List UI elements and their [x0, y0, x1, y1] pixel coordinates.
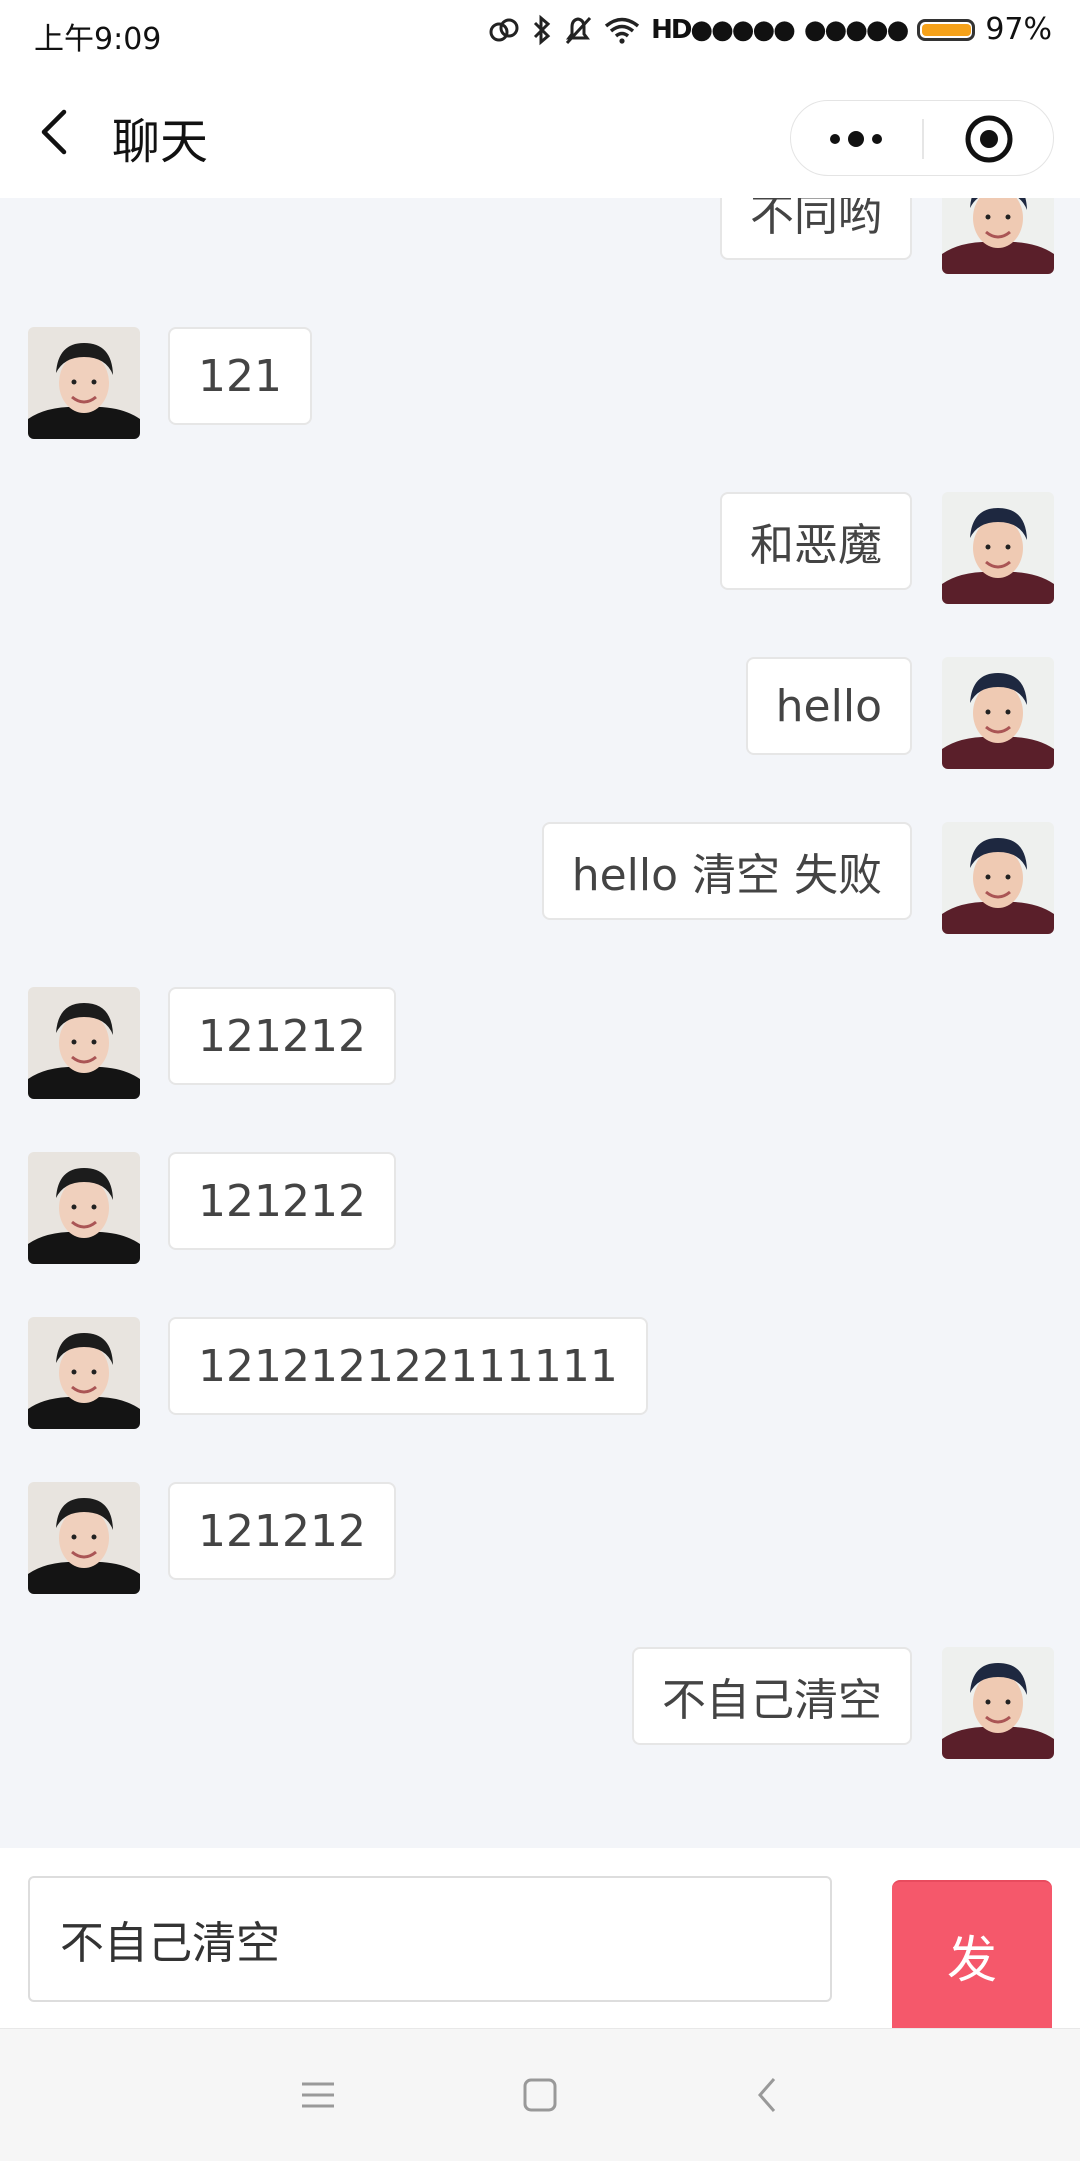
message-row: 121212: [0, 1482, 1080, 1594]
message-bubble[interactable]: 121: [168, 327, 312, 425]
avatar-self[interactable]: [942, 198, 1054, 274]
status-bar: 上午9:09 HD●●●●● ●●●●● 97%: [0, 0, 1080, 66]
avatar-self[interactable]: [942, 1647, 1054, 1759]
wifi-icon: [604, 17, 640, 44]
menu-icon[interactable]: [292, 2069, 344, 2121]
message-bubble[interactable]: 121212: [168, 1152, 396, 1250]
message-row: 和恶魔: [0, 492, 1080, 604]
avatar-other[interactable]: [28, 1482, 140, 1594]
signal-strength-1: HD●●●●●: [651, 14, 796, 45]
message-bubble[interactable]: hello 清空 失败: [541, 822, 912, 920]
battery-icon: [917, 18, 976, 41]
message-row: hello 清空 失败: [0, 822, 1080, 934]
message-bubble[interactable]: 不自己清空: [632, 1647, 912, 1745]
back-arrow-icon[interactable]: [30, 102, 90, 162]
message-row: hello: [0, 657, 1080, 769]
mini-program-capsule: [790, 100, 1054, 176]
status-time: 上午9:09: [34, 22, 162, 57]
input-bar: 不自己清空 发: [0, 1848, 1080, 2030]
mute-icon: [565, 16, 592, 44]
message-row: 121: [0, 327, 1080, 439]
message-bubble[interactable]: hello: [745, 657, 912, 755]
message-bubble[interactable]: 121212: [168, 1482, 396, 1580]
message-input[interactable]: 不自己清空: [28, 1876, 832, 2002]
link-icon: [489, 18, 519, 41]
battery-percent: 97%: [985, 12, 1052, 47]
message-bubble[interactable]: 不同哟: [720, 198, 912, 260]
avatar-other[interactable]: [28, 1317, 140, 1429]
signal-strength-2: ●●●●●: [803, 14, 909, 45]
bluetooth-icon: [534, 14, 551, 45]
avatar-self[interactable]: [942, 657, 1054, 769]
page-title: 聊天: [112, 114, 209, 170]
avatar-self[interactable]: [942, 822, 1054, 934]
message-row: 121212: [0, 987, 1080, 1099]
chat-message-list[interactable]: 不同哟 121 和恶魔 hello hello 清空 失败 121212 121…: [0, 198, 1080, 1848]
message-bubble[interactable]: 和恶魔: [720, 492, 912, 590]
message-row: 不自己清空: [0, 1647, 1080, 1759]
system-nav-bar: [0, 2028, 1080, 2161]
status-icons: HD●●●●● ●●●●● 97%: [487, 12, 1052, 47]
message-row: 121212122111111: [0, 1317, 1080, 1429]
message-row: 不同哟: [0, 198, 1080, 274]
more-dots-icon[interactable]: [791, 101, 922, 177]
avatar-self[interactable]: [942, 492, 1054, 604]
send-button[interactable]: 发: [892, 1880, 1052, 2030]
message-bubble[interactable]: 121212: [168, 987, 396, 1085]
back-icon[interactable]: [742, 2069, 794, 2121]
nav-bar: 聊天: [0, 66, 1080, 198]
message-row: 121212: [0, 1152, 1080, 1264]
home-icon[interactable]: [514, 2069, 566, 2121]
avatar-other[interactable]: [28, 327, 140, 439]
avatar-other[interactable]: [28, 987, 140, 1099]
message-bubble[interactable]: 121212122111111: [168, 1317, 648, 1415]
target-close-icon[interactable]: [924, 101, 1055, 177]
avatar-other[interactable]: [28, 1152, 140, 1264]
